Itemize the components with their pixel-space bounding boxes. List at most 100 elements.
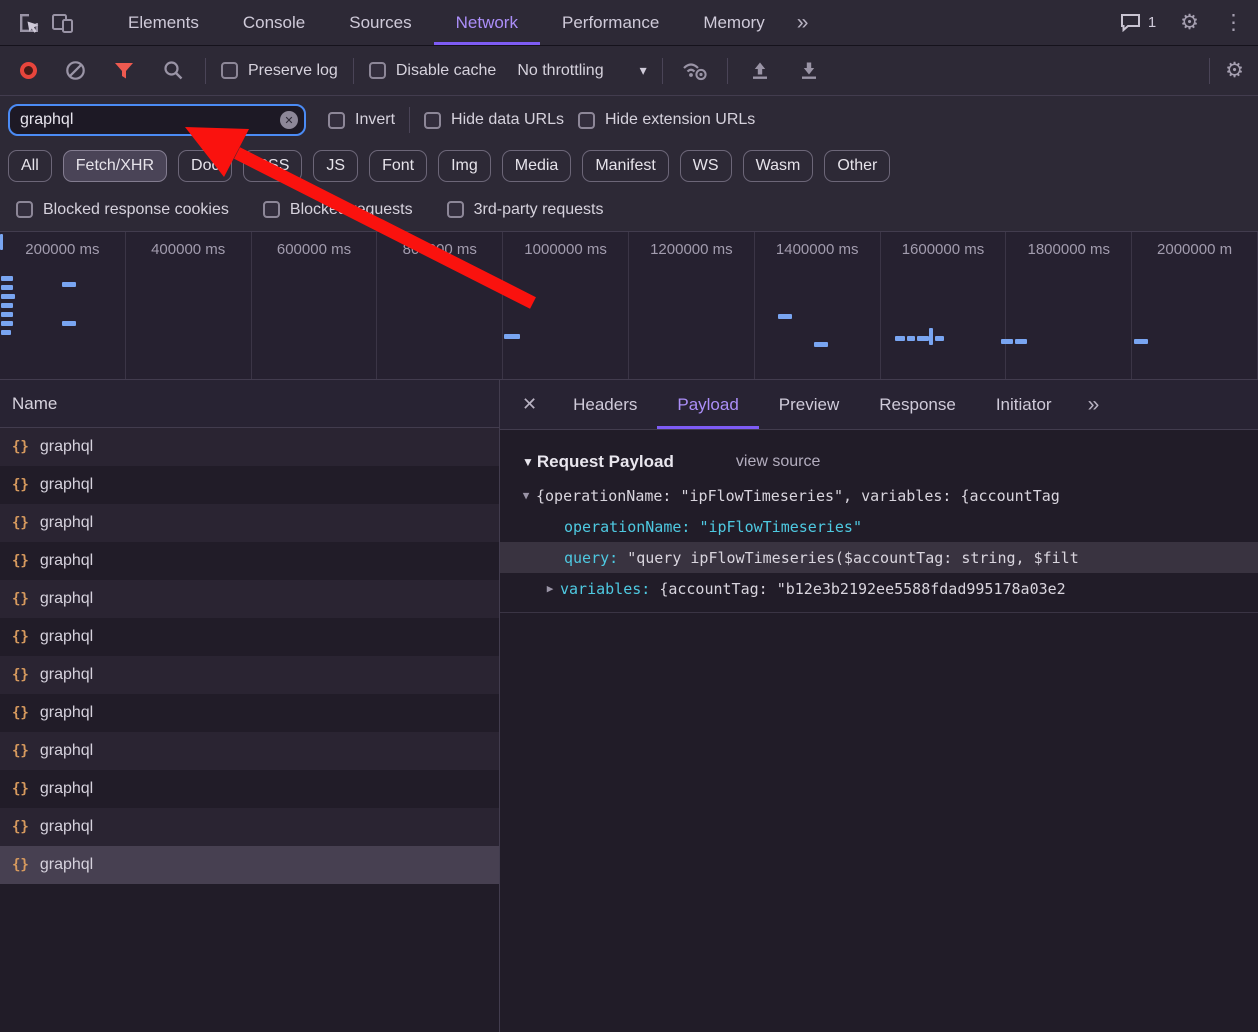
network-activity-bar	[1001, 339, 1013, 344]
request-row[interactable]: {}graphql	[0, 504, 499, 542]
chip-font[interactable]: Font	[369, 150, 427, 182]
hide-extension-urls-label[interactable]: Hide extension URLs	[605, 111, 755, 129]
network-activity-bar	[62, 282, 76, 287]
disable-cache-checkbox[interactable]	[369, 62, 386, 79]
hide-data-urls-checkbox[interactable]	[424, 112, 441, 129]
payload-row-operation[interactable]: operationName: "ipFlowTimeseries"	[500, 511, 1258, 542]
view-source-link[interactable]: view source	[736, 453, 820, 471]
preserve-log-label[interactable]: Preserve log	[248, 62, 338, 80]
invert-label[interactable]: Invert	[355, 111, 395, 129]
chip-ws[interactable]: WS	[680, 150, 732, 182]
collapse-triangle-icon[interactable]: ▼	[516, 489, 536, 502]
chip-media[interactable]: Media	[502, 150, 572, 182]
chip-wasm[interactable]: Wasm	[743, 150, 814, 182]
third-party-label[interactable]: 3rd-party requests	[474, 201, 604, 219]
tab-preview[interactable]: Preview	[759, 380, 859, 429]
more-tabs-icon[interactable]: »	[787, 0, 819, 45]
tab-initiator[interactable]: Initiator	[976, 380, 1072, 429]
request-row[interactable]: {}graphql	[0, 466, 499, 504]
network-activity-bar	[917, 336, 929, 341]
request-row[interactable]: {}graphql	[0, 542, 499, 580]
kebab-menu-icon[interactable]: ⋮	[1223, 12, 1244, 33]
preserve-log-checkbox[interactable]	[221, 62, 238, 79]
blocked-requests-label[interactable]: Blocked requests	[290, 201, 413, 219]
blocked-cookies-label[interactable]: Blocked response cookies	[43, 201, 229, 219]
network-activity-bar	[1, 330, 11, 335]
chip-all[interactable]: All	[8, 150, 52, 182]
chip-css[interactable]: CSS	[243, 150, 302, 182]
filter-input-wrap: ✕	[8, 104, 306, 136]
filter-funnel-icon[interactable]	[107, 54, 141, 88]
network-overview-timeline[interactable]: 200000 ms 400000 ms 600000 ms 800000 ms …	[0, 232, 1258, 380]
tab-memory[interactable]: Memory	[681, 0, 786, 45]
request-row[interactable]: {}graphql	[0, 808, 499, 846]
export-har-icon[interactable]	[743, 54, 777, 88]
tab-sources[interactable]: Sources	[327, 0, 433, 45]
request-row[interactable]: {}graphql	[0, 580, 499, 618]
payload-value: "query ipFlowTimeseries($accountTag: str…	[627, 549, 1079, 567]
hide-data-urls-label[interactable]: Hide data URLs	[451, 111, 564, 129]
network-activity-bar	[814, 342, 828, 347]
request-row[interactable]: {}graphql	[0, 618, 499, 656]
request-name: graphql	[40, 704, 93, 722]
throttling-select[interactable]: No throttling ▾	[517, 62, 646, 80]
tabbar-right-controls: 1 ⚙ ⋮	[1120, 12, 1258, 33]
tab-performance[interactable]: Performance	[540, 0, 681, 45]
blocked-requests-checkbox[interactable]	[263, 201, 280, 218]
toolbar-divider	[353, 58, 354, 84]
request-row[interactable]: {}graphql	[0, 770, 499, 808]
disable-cache-label[interactable]: Disable cache	[396, 62, 497, 80]
expand-triangle-icon[interactable]: ▶	[540, 582, 560, 595]
chip-manifest[interactable]: Manifest	[582, 150, 668, 182]
request-name: graphql	[40, 590, 93, 608]
third-party-checkbox[interactable]	[447, 201, 464, 218]
chip-doc[interactable]: Doc	[178, 150, 232, 182]
request-row[interactable]: {}graphql	[0, 656, 499, 694]
request-row[interactable]: {}graphql	[0, 428, 499, 466]
clear-network-log-icon[interactable]	[58, 54, 92, 88]
more-details-tabs-icon[interactable]: »	[1078, 393, 1110, 417]
blocked-cookies-group: Blocked response cookies	[16, 201, 229, 219]
network-activity-bar	[1, 285, 13, 290]
request-row[interactable]: {} graphql	[0, 694, 499, 732]
request-row[interactable]: {}graphql	[0, 732, 499, 770]
tab-elements[interactable]: Elements	[106, 0, 221, 45]
chip-js[interactable]: JS	[313, 150, 358, 182]
chip-img[interactable]: Img	[438, 150, 491, 182]
devtools-tabbar: Elements Console Sources Network Perform…	[0, 0, 1258, 46]
settings-gear-icon[interactable]: ⚙	[1180, 12, 1199, 33]
chip-fetch-xhr[interactable]: Fetch/XHR	[63, 150, 167, 182]
tab-response[interactable]: Response	[859, 380, 976, 429]
name-column-header[interactable]: Name	[0, 380, 499, 428]
tab-payload[interactable]: Payload	[657, 380, 758, 429]
payload-preview-row[interactable]: ▼ {operationName: "ipFlowTimeseries", va…	[500, 480, 1258, 511]
network-conditions-icon[interactable]	[678, 54, 712, 88]
network-settings-gear-icon[interactable]: ⚙	[1225, 60, 1244, 81]
close-details-icon[interactable]: ✕	[522, 394, 537, 415]
blocked-cookies-checkbox[interactable]	[16, 201, 33, 218]
filter-input[interactable]	[8, 104, 306, 136]
clear-filter-icon[interactable]: ✕	[280, 111, 298, 129]
payload-row-query[interactable]: query: "query ipFlowTimeseries($accountT…	[500, 542, 1258, 573]
tab-headers[interactable]: Headers	[553, 380, 657, 429]
hide-extension-urls-checkbox[interactable]	[578, 112, 595, 129]
request-details-panel: ✕ Headers Payload Preview Response Initi…	[500, 380, 1258, 1032]
device-toolbar-icon[interactable]	[46, 6, 80, 40]
payload-row-variables[interactable]: ▶ variables: {accountTag: "b12e3b2192ee5…	[500, 573, 1258, 604]
search-icon[interactable]	[156, 54, 190, 88]
request-name: graphql	[40, 818, 93, 836]
record-network-log-button[interactable]	[20, 62, 37, 79]
json-braces-icon: {}	[12, 705, 29, 721]
network-activity-bar	[935, 336, 944, 341]
request-rows: {}graphql {}graphql {}graphql {}graphql …	[0, 428, 499, 1032]
tab-console[interactable]: Console	[221, 0, 327, 45]
network-activity-bar	[1, 321, 13, 326]
collapse-triangle-icon[interactable]: ▼	[522, 455, 534, 469]
inspect-element-icon[interactable]	[12, 6, 46, 40]
import-har-icon[interactable]	[792, 54, 826, 88]
chip-other[interactable]: Other	[824, 150, 890, 182]
invert-checkbox[interactable]	[328, 112, 345, 129]
tab-network[interactable]: Network	[434, 0, 540, 45]
console-messages-button[interactable]: 1	[1120, 13, 1156, 32]
request-row-selected[interactable]: {}graphql	[0, 846, 499, 884]
